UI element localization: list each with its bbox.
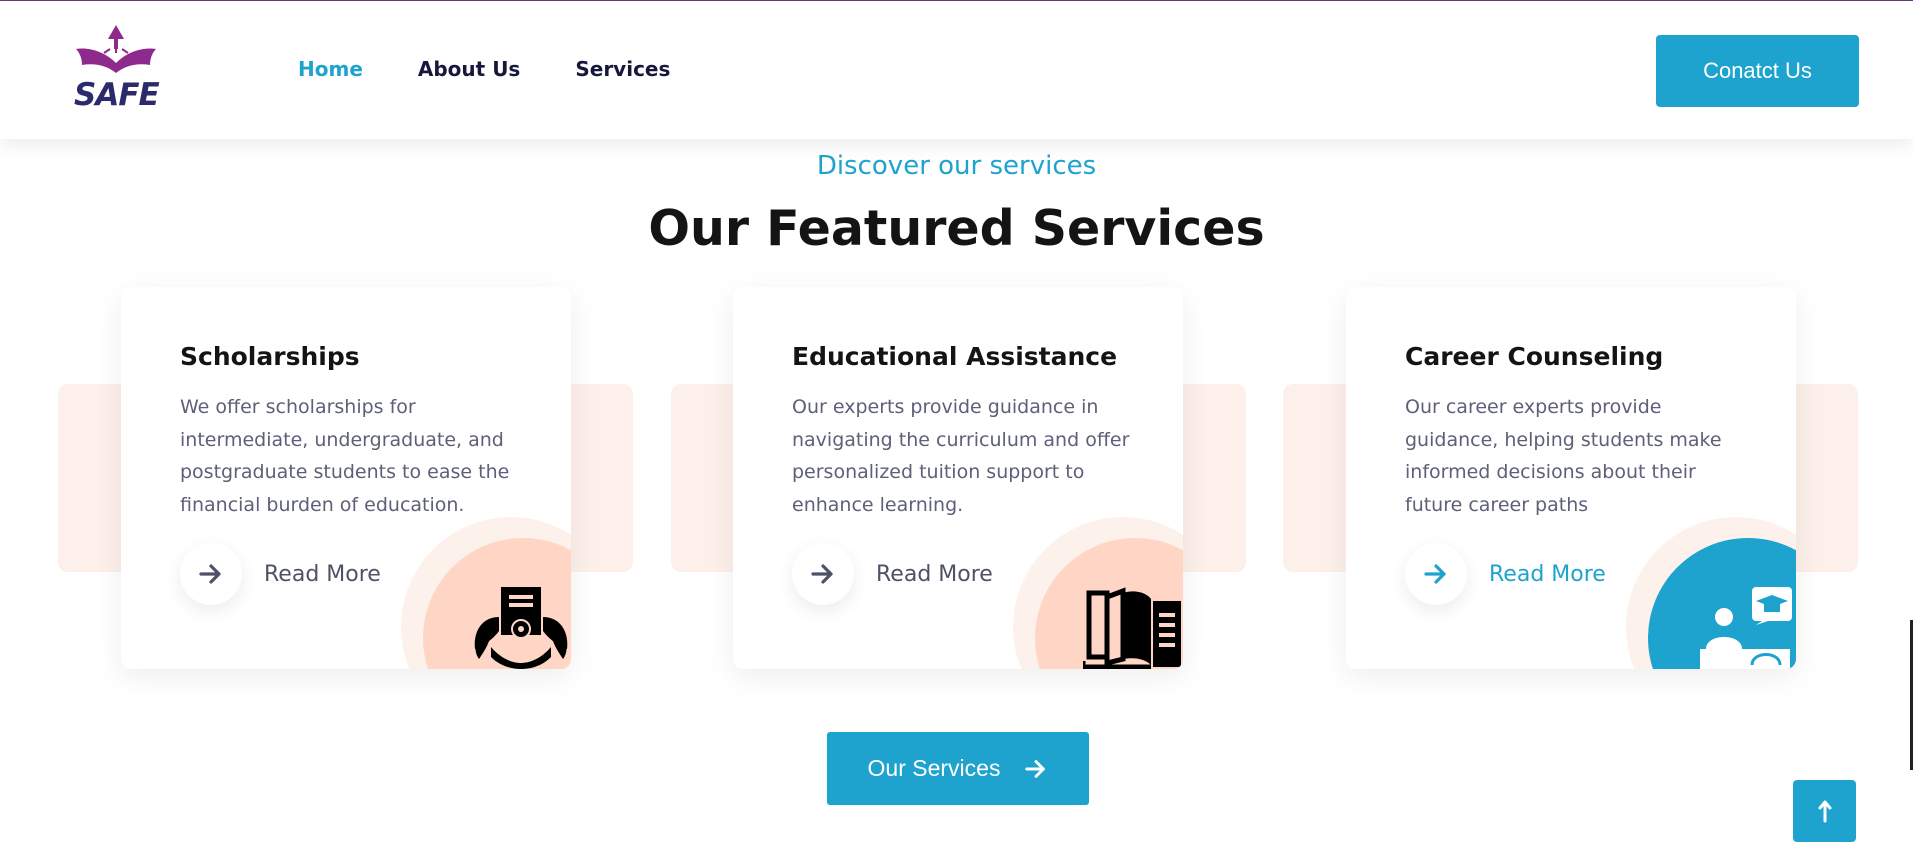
service-card-title: Career Counseling (1405, 342, 1664, 371)
section-eyebrow: Discover our services (816, 151, 1097, 181)
arrow-right-icon (1405, 543, 1467, 605)
service-card-educational-assistance: Educational Assistance Our experts provi… (733, 287, 1183, 669)
service-card-description: Our career experts provide guidance, hel… (1405, 396, 1722, 516)
main-nav: Home About Us Services (298, 57, 670, 81)
logo-text: SAFE (74, 77, 160, 113)
nav-item-about-us[interactable]: About Us (418, 57, 520, 81)
arrow-right-icon (1025, 759, 1046, 778)
counseling-graduate-icon (1700, 587, 1792, 669)
read-more-link[interactable]: Read More (792, 543, 993, 605)
read-more-label: Read More (264, 561, 381, 587)
site-header: SAFE Home About Us Services Conatct Us (0, 1, 1913, 139)
our-services-label: Our Services (867, 755, 1001, 781)
arrow-up-icon (1818, 800, 1831, 823)
read-more-link[interactable]: Read More (180, 543, 381, 605)
service-card-title: Educational Assistance (792, 342, 1118, 371)
service-card-title: Scholarships (180, 342, 360, 371)
read-more-label: Read More (1489, 561, 1606, 587)
read-more-link[interactable]: Read More (1405, 543, 1606, 605)
nav-item-services[interactable]: Services (575, 57, 670, 81)
our-services-button[interactable]: Our Services (827, 732, 1089, 805)
site-logo[interactable]: SAFE (74, 23, 160, 118)
logo-book-icon (76, 25, 156, 73)
service-card-scholarships: Scholarships We offer scholarships for i… (121, 287, 571, 669)
open-book-icon (1083, 587, 1181, 669)
service-card-description: Our experts provide guidance in navigati… (792, 396, 1130, 516)
nav-item-home[interactable]: Home (298, 57, 363, 81)
section-title: Our Featured Services (648, 200, 1265, 257)
read-more-label: Read More (876, 561, 993, 587)
service-card-description: We offer scholarships for intermediate, … (180, 396, 510, 516)
arrow-right-icon (792, 543, 854, 605)
service-card-career-counseling: Career Counseling Our career experts pro… (1346, 287, 1796, 669)
contact-us-button[interactable]: Conatct Us (1656, 35, 1859, 107)
scroll-to-top-button[interactable] (1793, 780, 1856, 842)
arrow-right-icon (180, 543, 242, 605)
scholarship-crest-icon (474, 587, 568, 669)
